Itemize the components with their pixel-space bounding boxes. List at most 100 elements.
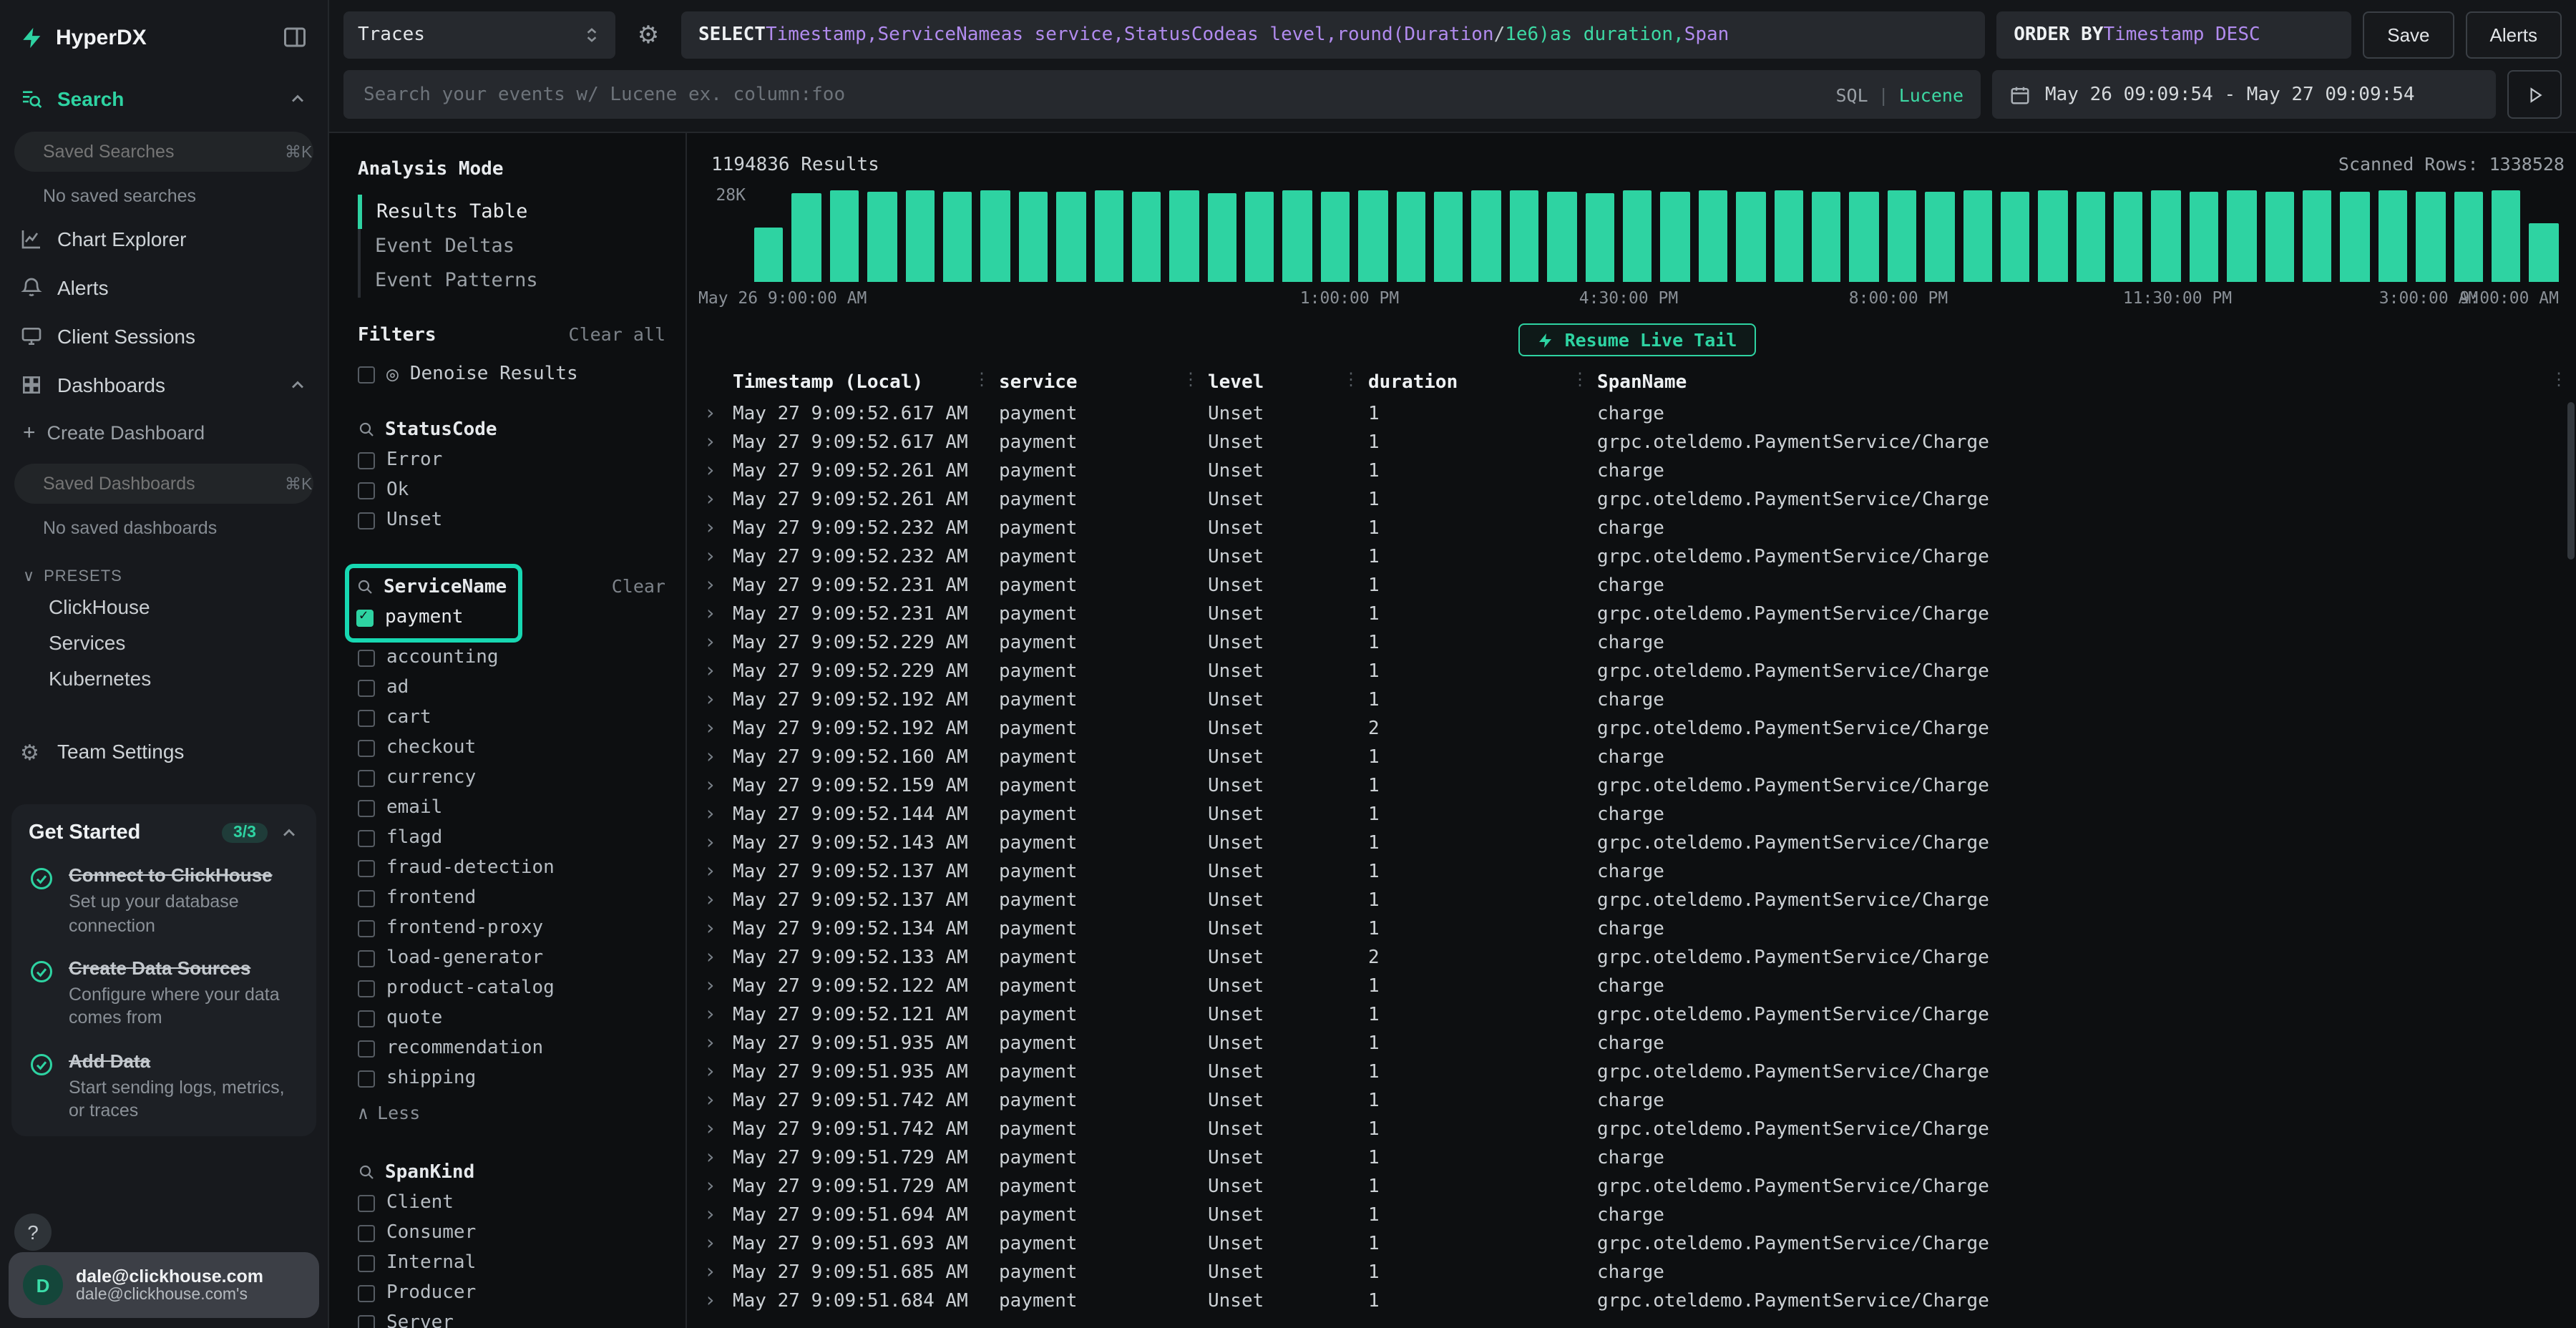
- sidebar-item-client-sessions[interactable]: Client Sessions: [0, 312, 328, 361]
- expand-row-icon[interactable]: ›: [698, 402, 716, 425]
- histogram-bar[interactable]: [1283, 190, 1312, 282]
- facet-group-header[interactable]: SpanKind: [358, 1156, 671, 1188]
- sidebar-item-kubernetes[interactable]: Kubernetes: [0, 660, 328, 695]
- sql-query[interactable]: SELECT Timestamp, ServiceName as service…: [681, 11, 1985, 59]
- table-row[interactable]: ›May 27 9:09:51.685 AMpaymentUnset1charg…: [698, 1258, 2576, 1286]
- column-grip-icon[interactable]: ⋮: [1571, 369, 1589, 389]
- column-grip-icon[interactable]: ⋮: [1342, 369, 1360, 389]
- analysis-option-event-patterns[interactable]: Event Patterns: [358, 263, 671, 298]
- histogram-bar[interactable]: [2416, 191, 2445, 282]
- facet-item-quote[interactable]: quote: [358, 1003, 671, 1033]
- table-scrollbar[interactable]: [2567, 402, 2575, 560]
- checkbox[interactable]: [358, 769, 375, 786]
- histogram-bar[interactable]: [2190, 192, 2219, 282]
- chevron-up-icon[interactable]: [288, 375, 308, 395]
- histogram-bar[interactable]: [1661, 191, 1690, 282]
- expand-row-icon[interactable]: ›: [698, 602, 716, 625]
- table-row[interactable]: ›May 27 9:09:52.159 AMpaymentUnset1grpc.…: [698, 771, 2576, 800]
- histogram-bar[interactable]: [792, 192, 821, 282]
- facet-item-cart[interactable]: cart: [358, 703, 671, 733]
- checkbox[interactable]: [358, 919, 375, 937]
- table-row[interactable]: ›May 27 9:09:52.232 AMpaymentUnset1grpc.…: [698, 542, 2576, 571]
- expand-row-icon[interactable]: ›: [698, 688, 716, 711]
- saved-searches-input[interactable]: ⌘K: [14, 132, 313, 172]
- expand-row-icon[interactable]: ›: [698, 459, 716, 482]
- events-histogram[interactable]: 28K May 26 9:00:00 AM1:00:00 PM4:30:00 P…: [698, 187, 2559, 311]
- expand-row-icon[interactable]: ›: [698, 1232, 716, 1255]
- histogram-bar[interactable]: [1434, 192, 1463, 282]
- expand-row-icon[interactable]: ›: [698, 831, 716, 854]
- expand-row-icon[interactable]: ›: [698, 488, 716, 511]
- checkbox[interactable]: [358, 451, 375, 469]
- histogram-bar[interactable]: [943, 192, 972, 282]
- table-row[interactable]: ›May 27 9:09:52.137 AMpaymentUnset1charg…: [698, 857, 2576, 886]
- table-row[interactable]: ›May 27 9:09:52.261 AMpaymentUnset1charg…: [698, 456, 2576, 485]
- expand-row-icon[interactable]: ›: [698, 917, 716, 940]
- table-row[interactable]: ›May 27 9:09:52.231 AMpaymentUnset1charg…: [698, 571, 2576, 600]
- expand-row-icon[interactable]: ›: [698, 631, 716, 654]
- checkbox[interactable]: [358, 366, 375, 383]
- facet-item-checkout[interactable]: checkout: [358, 733, 671, 763]
- histogram-bar[interactable]: [754, 228, 784, 282]
- facet-item-recommendation[interactable]: recommendation: [358, 1033, 671, 1063]
- histogram-bar[interactable]: [2303, 191, 2332, 282]
- histogram-bar[interactable]: [1699, 190, 1728, 282]
- histogram-bar[interactable]: [2529, 223, 2559, 283]
- histogram-bar[interactable]: [1887, 191, 1916, 282]
- histogram-bar[interactable]: [1170, 191, 1199, 282]
- histogram-bar[interactable]: [1321, 192, 1350, 282]
- checkbox[interactable]: [358, 1010, 375, 1027]
- histogram-bar[interactable]: [2001, 192, 2030, 282]
- histogram-bar[interactable]: [1623, 191, 1652, 282]
- facet-item-Unset[interactable]: Unset: [358, 505, 671, 535]
- expand-row-icon[interactable]: ›: [698, 1261, 716, 1284]
- analysis-option-results-table[interactable]: Results Table: [358, 195, 671, 229]
- histogram-bar[interactable]: [1056, 192, 1085, 282]
- get-started-item[interactable]: Create Data Sources Configure where your…: [29, 957, 299, 1030]
- create-dashboard-button[interactable]: + Create Dashboard: [0, 409, 328, 455]
- table-row[interactable]: ›May 27 9:09:51.729 AMpaymentUnset1grpc.…: [698, 1172, 2576, 1201]
- facet-item-frontend[interactable]: frontend: [358, 883, 671, 913]
- histogram-bar[interactable]: [1472, 190, 1501, 282]
- facet-item-Error[interactable]: Error: [358, 445, 671, 475]
- facet-item-product-catalog[interactable]: product-catalog: [358, 973, 671, 1003]
- saved-dashboards-input[interactable]: ⌘K: [14, 464, 313, 504]
- checkbox[interactable]: [358, 1254, 375, 1271]
- saved-dashboards-field[interactable]: [43, 474, 273, 494]
- table-row[interactable]: ›May 27 9:09:52.229 AMpaymentUnset1charg…: [698, 628, 2576, 657]
- expand-row-icon[interactable]: ›: [698, 975, 716, 997]
- table-row[interactable]: ›May 27 9:09:51.694 AMpaymentUnset1charg…: [698, 1201, 2576, 1229]
- checkbox[interactable]: [358, 980, 375, 997]
- facet-item-Server[interactable]: Server: [358, 1308, 671, 1328]
- histogram-bar[interactable]: [1359, 191, 1388, 282]
- column-grip-icon[interactable]: ⋮: [973, 369, 990, 389]
- facet-group-header[interactable]: ServiceName: [356, 571, 507, 602]
- get-started-item[interactable]: Connect to ClickHouse Set up your databa…: [29, 864, 299, 937]
- save-button[interactable]: Save: [2363, 11, 2454, 59]
- table-row[interactable]: ›May 27 9:09:52.137 AMpaymentUnset1grpc.…: [698, 886, 2576, 914]
- table-row[interactable]: ›May 27 9:09:52.229 AMpaymentUnset1grpc.…: [698, 657, 2576, 685]
- column-header-timestamp-(local)[interactable]: Timestamp (Local)⋮: [733, 365, 999, 399]
- facet-group-header[interactable]: StatusCode: [358, 414, 671, 445]
- search-input[interactable]: [361, 82, 1821, 107]
- facet-item-shipping[interactable]: shipping: [358, 1063, 671, 1093]
- checkbox[interactable]: [358, 1314, 375, 1328]
- facet-item-currency[interactable]: currency: [358, 763, 671, 793]
- table-row[interactable]: ›May 27 9:09:52.160 AMpaymentUnset1charg…: [698, 743, 2576, 771]
- table-row[interactable]: ›May 27 9:09:52.192 AMpaymentUnset1charg…: [698, 685, 2576, 714]
- expand-row-icon[interactable]: ›: [698, 889, 716, 912]
- denoise-results-toggle[interactable]: ◎ Denoise Results: [358, 363, 671, 385]
- presets-section-toggle[interactable]: ∨ PRESETS: [23, 567, 328, 585]
- expand-row-icon[interactable]: ›: [698, 1032, 716, 1055]
- expand-row-icon[interactable]: ›: [698, 1089, 716, 1112]
- expand-row-icon[interactable]: ›: [698, 746, 716, 768]
- expand-row-icon[interactable]: ›: [698, 860, 716, 883]
- checkbox[interactable]: [358, 482, 375, 499]
- histogram-bar[interactable]: [1094, 190, 1123, 282]
- chevron-up-icon[interactable]: [279, 823, 299, 843]
- histogram-bar[interactable]: [1812, 192, 1841, 282]
- checkbox[interactable]: [358, 1194, 375, 1211]
- expand-row-icon[interactable]: ›: [698, 1146, 716, 1169]
- expand-row-icon[interactable]: ›: [698, 1060, 716, 1083]
- histogram-bar[interactable]: [1018, 191, 1048, 282]
